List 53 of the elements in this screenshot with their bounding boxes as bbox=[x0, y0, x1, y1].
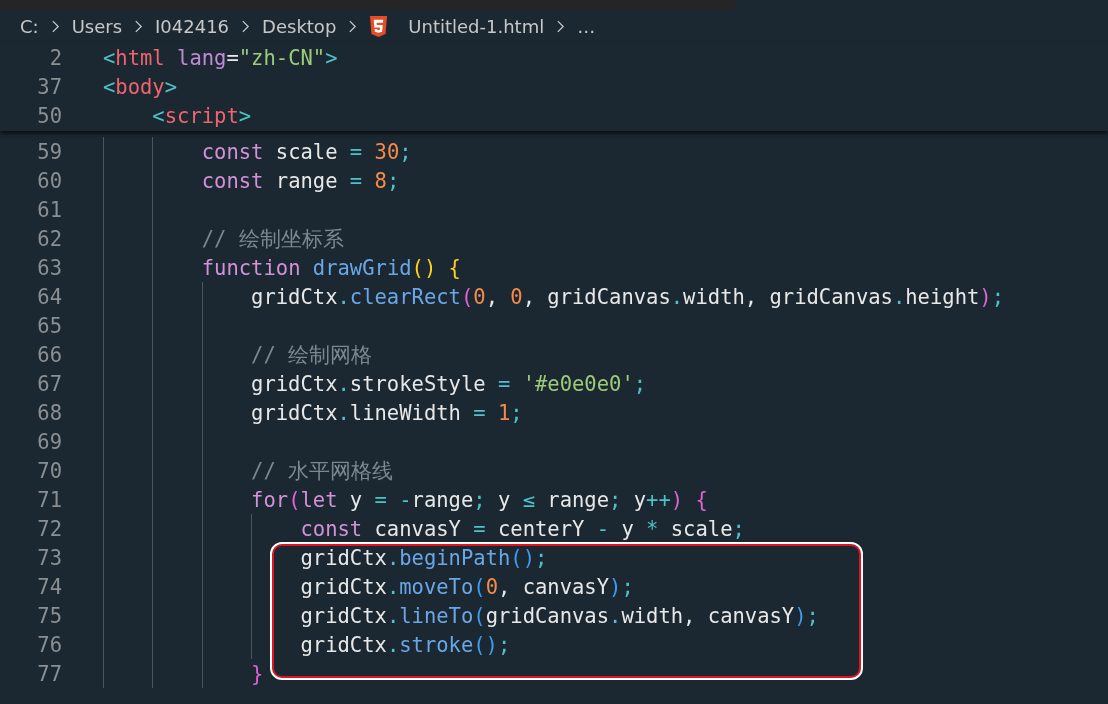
code-line: // 绘制网格 bbox=[251, 341, 373, 369]
line-number: 50 bbox=[36, 103, 62, 128]
code-line: gridCtx.stroke(); bbox=[300, 632, 511, 657]
line-number: 60 bbox=[36, 168, 62, 193]
code-line: // 水平网格线 bbox=[251, 457, 394, 485]
line-number: 61 bbox=[36, 197, 62, 222]
line-number: 68 bbox=[36, 400, 62, 425]
line-number: 73 bbox=[36, 545, 62, 570]
line-number: 37 bbox=[36, 74, 62, 99]
code-line: const scale = 30; bbox=[201, 139, 412, 164]
code-line: gridCtx.clearRect(0, 0, gridCanvas.width, gridCanvas.height); bbox=[251, 284, 1005, 309]
line-number: 71 bbox=[36, 487, 62, 512]
line-number: 70 bbox=[36, 458, 62, 483]
chevron-right-icon bbox=[134, 19, 144, 34]
code-line: const canvasY = centerY - y * scale; bbox=[300, 516, 745, 541]
code-line: gridCtx.beginPath(); bbox=[300, 545, 548, 570]
breadcrumb-item[interactable]: Desktop bbox=[262, 16, 337, 37]
line-number: 62 bbox=[36, 226, 62, 251]
code-line: } bbox=[251, 661, 264, 686]
line-number: 2 bbox=[48, 45, 62, 70]
line-number: 74 bbox=[36, 574, 62, 599]
breadcrumb-item[interactable]: C: bbox=[20, 16, 39, 37]
code-line: function drawGrid() { bbox=[201, 255, 461, 280]
line-number: 75 bbox=[36, 603, 62, 628]
line-number: 59 bbox=[36, 139, 62, 164]
code-line: for(let y = -range; y ≤ range; y++) { bbox=[251, 487, 708, 512]
code-line: gridCtx.lineWidth = 1; bbox=[251, 400, 523, 425]
line-number: 64 bbox=[36, 284, 62, 309]
code-line: const range = 8; bbox=[201, 168, 400, 193]
line-number: 63 bbox=[36, 255, 62, 280]
breadcrumb-item[interactable]: … bbox=[577, 16, 596, 37]
line-number: 69 bbox=[36, 429, 62, 454]
breadcrumb-item[interactable]: Untitled-1.html bbox=[408, 16, 545, 37]
code-line: <html lang="zh-CN"> bbox=[103, 45, 338, 70]
html5-file-icon bbox=[369, 16, 389, 37]
line-number: 72 bbox=[36, 516, 62, 541]
breadcrumb-item[interactable]: Users bbox=[71, 16, 123, 37]
code-line: gridCtx.moveTo(0, canvasY); bbox=[300, 574, 634, 599]
line-number: 67 bbox=[36, 371, 62, 396]
chevron-right-icon bbox=[50, 19, 60, 34]
code-line: // 绘制坐标系 bbox=[201, 225, 344, 253]
code-line: <body> bbox=[103, 74, 178, 99]
breadcrumb-item[interactable]: I042416 bbox=[155, 16, 230, 37]
line-number: 66 bbox=[36, 342, 62, 367]
line-number: 76 bbox=[36, 632, 62, 657]
chevron-right-icon bbox=[348, 19, 358, 34]
line-number: 65 bbox=[36, 313, 62, 338]
line-number: 77 bbox=[36, 661, 62, 686]
chevron-right-icon bbox=[556, 19, 566, 34]
chevron-right-icon bbox=[241, 19, 251, 34]
code-line: <script> bbox=[152, 103, 252, 128]
code-line: gridCtx.lineTo(gridCanvas.width, canvasY); bbox=[300, 603, 819, 628]
code-line: gridCtx.strokeStyle = '#e0e0e0'; bbox=[251, 371, 647, 396]
